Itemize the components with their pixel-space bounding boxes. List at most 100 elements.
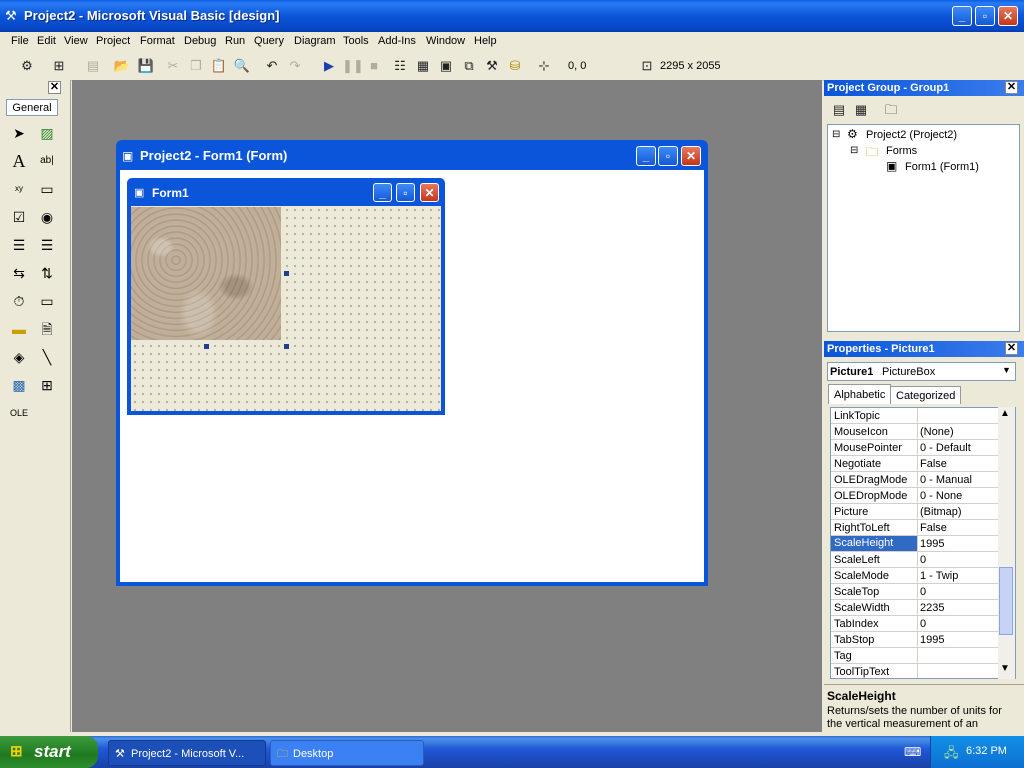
- property-row-selected[interactable]: ScaleHeight 1995: [831, 536, 999, 552]
- menu-query[interactable]: Query: [254, 35, 284, 47]
- menu-run[interactable]: Run: [225, 35, 245, 47]
- shape-tool-icon[interactable]: ◈: [8, 346, 30, 368]
- menu-view[interactable]: View: [64, 35, 88, 47]
- properties-scrollbar[interactable]: ▲ ▼: [998, 407, 1015, 679]
- property-row[interactable]: MouseIcon (None): [831, 424, 999, 440]
- end-icon[interactable]: ■: [365, 57, 383, 75]
- menu-diagram[interactable]: Diagram: [294, 35, 336, 47]
- resize-handle-corner[interactable]: [284, 344, 289, 349]
- property-row[interactable]: RightToLeft False: [831, 520, 999, 536]
- property-row[interactable]: LinkTopic: [831, 408, 999, 424]
- properties-window-icon[interactable]: ▦: [414, 57, 432, 75]
- tree-forms-folder[interactable]: Forms: [886, 145, 917, 157]
- menu-editor-icon[interactable]: ▤: [84, 57, 102, 75]
- keyboard-icon[interactable]: ⌨: [904, 745, 921, 759]
- resize-handle-right[interactable]: [284, 271, 289, 276]
- clock[interactable]: 6:32 PM: [966, 745, 1007, 757]
- pointer-icon[interactable]: ➤: [8, 122, 30, 144]
- app-title-bar[interactable]: ⚒ Project2 - Microsoft Visual Basic [des…: [0, 0, 1024, 32]
- cut-icon[interactable]: ✂: [164, 57, 182, 75]
- form-designer-minimize-button[interactable]: _: [636, 146, 656, 166]
- object-selector[interactable]: Picture1 PictureBox ▼: [827, 362, 1016, 381]
- maximize-button[interactable]: ▫: [975, 6, 995, 26]
- form-designer-close-button[interactable]: ✕: [681, 146, 701, 166]
- toggle-folders-icon[interactable]: 🗀: [882, 101, 900, 119]
- copy-icon[interactable]: ❐: [187, 57, 205, 75]
- combobox-tool-icon[interactable]: ☰: [8, 234, 30, 256]
- property-row[interactable]: ScaleTop 0: [831, 584, 999, 600]
- menu-project[interactable]: Project: [96, 35, 130, 47]
- resize-handle-bottom[interactable]: [204, 344, 209, 349]
- toolbox-icon[interactable]: ⚒: [483, 57, 501, 75]
- view-code-icon[interactable]: ▤: [830, 101, 848, 119]
- menu-debug[interactable]: Debug: [184, 35, 216, 47]
- label-tool-icon[interactable]: A: [8, 150, 30, 172]
- project-explorer-icon[interactable]: ☷: [391, 57, 409, 75]
- menu-edit[interactable]: Edit: [37, 35, 56, 47]
- picture1-picturebox[interactable]: [131, 207, 281, 340]
- line-tool-icon[interactable]: ╲: [36, 346, 58, 368]
- properties-close-icon[interactable]: ✕: [1005, 342, 1018, 355]
- form1-close-button[interactable]: ✕: [420, 183, 439, 202]
- picturebox-tool-icon[interactable]: ▨: [36, 122, 58, 144]
- property-row[interactable]: OLEDragMode 0 - Manual: [831, 472, 999, 488]
- menu-window[interactable]: Window: [426, 35, 465, 47]
- menu-format[interactable]: Format: [140, 35, 175, 47]
- menu-file[interactable]: File: [11, 35, 29, 47]
- redo-icon[interactable]: ↷: [286, 57, 304, 75]
- property-row[interactable]: TabStop 1995: [831, 632, 999, 648]
- form1-maximize-button[interactable]: ▫: [396, 183, 415, 202]
- property-row[interactable]: Tag: [831, 648, 999, 664]
- tree-project[interactable]: Project2 (Project2): [866, 129, 957, 141]
- commandbutton-tool-icon[interactable]: ▭: [36, 178, 58, 200]
- data-tool-icon[interactable]: ⊞: [36, 374, 58, 396]
- view-object-icon[interactable]: ▦: [852, 101, 870, 119]
- drivelistbox-tool-icon[interactable]: ▭: [36, 290, 58, 312]
- ole-tool-icon[interactable]: OLE: [8, 402, 30, 424]
- scroll-thumb[interactable]: [999, 567, 1013, 635]
- add-form-icon[interactable]: ⊞: [50, 57, 68, 75]
- frame-tool-icon[interactable]: xy: [8, 178, 30, 200]
- scroll-up-icon[interactable]: ▲: [1000, 408, 1010, 419]
- open-project-icon[interactable]: 📂: [113, 57, 131, 75]
- property-row[interactable]: MousePointer 0 - Default: [831, 440, 999, 456]
- menu-help[interactable]: Help: [474, 35, 497, 47]
- property-row[interactable]: TabIndex 0: [831, 616, 999, 632]
- tab-alphabetic[interactable]: Alphabetic: [828, 384, 892, 404]
- network-icon[interactable]: 🖧: [944, 744, 959, 766]
- menu-add-ins[interactable]: Add-Ins: [378, 35, 416, 47]
- property-row[interactable]: ToolTipText: [831, 664, 999, 678]
- hscrollbar-tool-icon[interactable]: ⇆: [8, 262, 30, 284]
- property-row[interactable]: ScaleMode 1 - Twip: [831, 568, 999, 584]
- dirlistbox-tool-icon[interactable]: ▬: [8, 318, 30, 340]
- start-button[interactable]: ⊞ start: [0, 736, 98, 768]
- tree-form1[interactable]: Form1 (Form1): [905, 161, 979, 173]
- start-run-icon[interactable]: ▶: [320, 57, 338, 75]
- object-browser-icon[interactable]: ⧉: [460, 57, 478, 75]
- data-view-icon[interactable]: ⛁: [506, 57, 524, 75]
- form1-minimize-button[interactable]: _: [373, 183, 392, 202]
- toolbox-close-icon[interactable]: ✕: [48, 81, 61, 94]
- filelistbox-tool-icon[interactable]: 🗎: [36, 318, 58, 340]
- property-row[interactable]: ScaleLeft 0: [831, 552, 999, 568]
- property-row[interactable]: OLEDropMode 0 - None: [831, 488, 999, 504]
- listbox-tool-icon[interactable]: ☰: [36, 234, 58, 256]
- project-group-close-icon[interactable]: ✕: [1005, 81, 1018, 94]
- tab-categorized[interactable]: Categorized: [890, 386, 962, 404]
- property-row[interactable]: Picture (Bitmap): [831, 504, 999, 520]
- chevron-down-icon[interactable]: ▼: [1002, 365, 1011, 375]
- property-row[interactable]: ScaleWidth 2235: [831, 600, 999, 616]
- form-layout-icon[interactable]: ▣: [437, 57, 455, 75]
- close-button[interactable]: ✕: [998, 6, 1018, 26]
- optionbutton-tool-icon[interactable]: ◉: [36, 206, 58, 228]
- textbox-tool-icon[interactable]: ab|: [36, 150, 58, 172]
- timer-tool-icon[interactable]: ⏱: [8, 290, 30, 312]
- taskbar-item-desktop[interactable]: 🗀 Desktop: [270, 740, 424, 766]
- vscrollbar-tool-icon[interactable]: ⇅: [36, 262, 58, 284]
- menu-tools[interactable]: Tools: [343, 35, 369, 47]
- property-row[interactable]: Negotiate False: [831, 456, 999, 472]
- find-icon[interactable]: 🔍: [233, 57, 251, 75]
- paste-icon[interactable]: 📋: [210, 57, 228, 75]
- break-icon[interactable]: ❚❚: [342, 57, 364, 75]
- image-tool-icon[interactable]: ▩: [8, 374, 30, 396]
